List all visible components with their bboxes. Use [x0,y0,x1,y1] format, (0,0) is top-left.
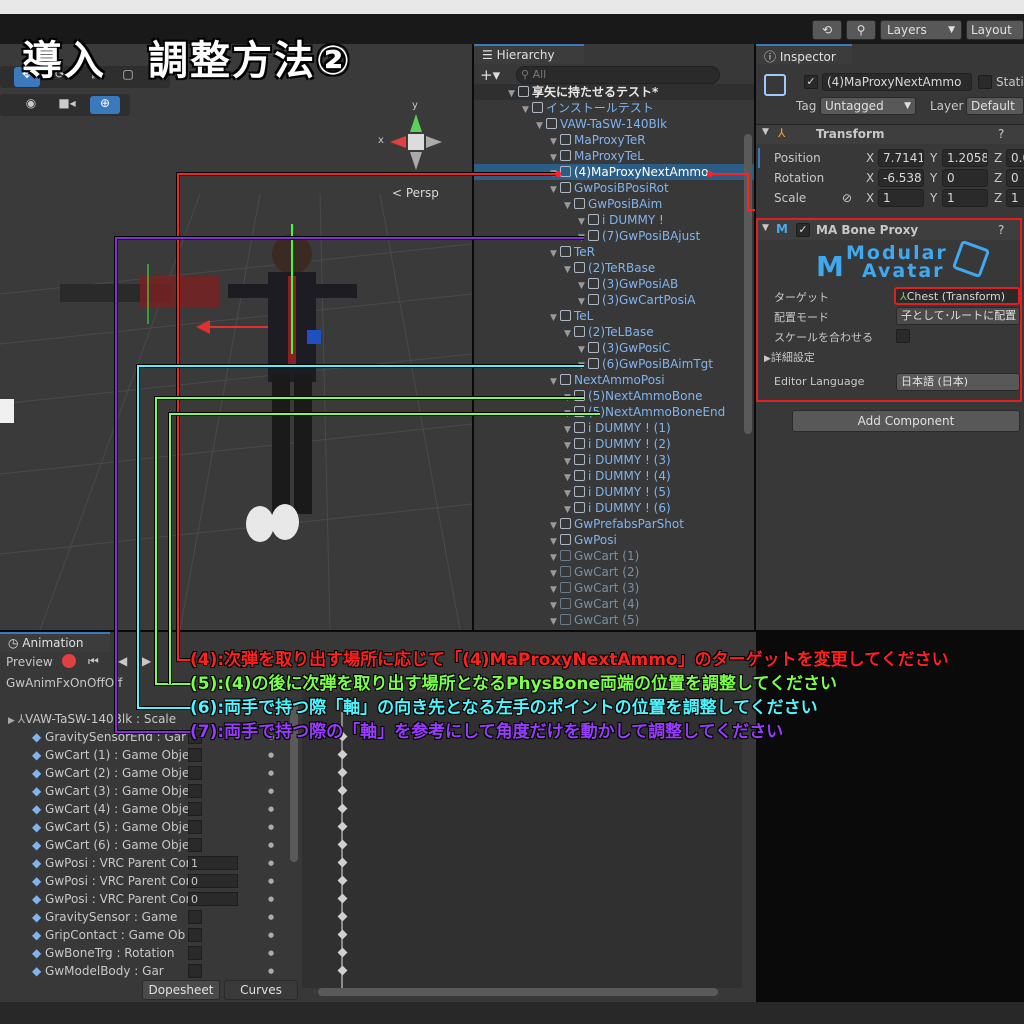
connector-green-2 [168,412,600,684]
note-6: (6):両手で持つ際「軸」の向き先となる左手のポイントの位置を調整してください [190,698,818,718]
connector-dot-red [555,171,561,177]
connector-dot-red-right [707,171,713,177]
connector-green-inner [155,397,584,685]
connector-red-right [710,173,755,211]
connector-red-inner [177,173,558,661]
connector-red [176,172,558,662]
connector-green-2-inner [169,413,600,684]
annotation-connectors [114,171,755,734]
note-7: (7):両手で持つ際の「軸」を参考にして角度だけを動かして調整してください [190,722,784,742]
connector-green [154,396,584,686]
note-5: (5):(4)の後に次弾を取り出す場所となるPhysBone両端の位置を調整して… [190,674,838,694]
note-4: (4):次弾を取り出す場所に応じて「(4)MaProxyNextAmmo」のター… [190,650,949,670]
